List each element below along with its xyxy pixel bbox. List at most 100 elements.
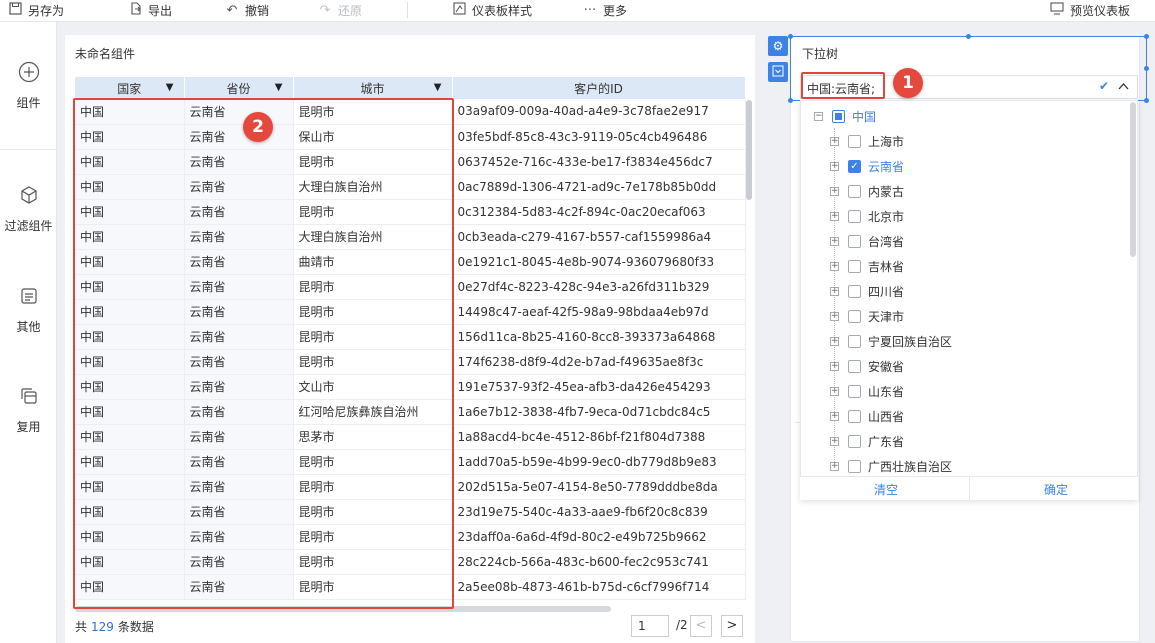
table-vertical-scrollbar[interactable] (746, 100, 752, 200)
resize-handle[interactable] (1144, 66, 1149, 71)
column-header-country[interactable]: 国家 ▼ (75, 77, 185, 99)
checkbox[interactable] (848, 434, 861, 448)
table-row[interactable]: 中国 云南省 昆明市 23d19e75-540c-4a33-aae9-fb6f20c8… (75, 499, 746, 525)
table-row[interactable]: 中国 云南省 昆明市 23daff0a-6a6d-4f9d-80c2-e49b725b… (75, 524, 746, 550)
export-button[interactable]: 导出 (128, 0, 172, 20)
tree-node-province[interactable]: + 宁夏回族自治区 (830, 331, 952, 351)
tree-node-province[interactable]: + 安徽省 (830, 356, 904, 376)
column-header-customer-id[interactable]: 客户的ID (452, 77, 746, 99)
checkbox[interactable] (848, 134, 861, 148)
confirm-button[interactable]: 确定 (1044, 481, 1068, 498)
checkbox[interactable] (848, 384, 861, 398)
nav-item-filter-components[interactable]: 过滤组件 (0, 183, 57, 234)
resize-handle[interactable] (966, 34, 971, 39)
tree-node-province[interactable]: + 台湾省 (830, 231, 904, 251)
table-row[interactable]: 中国 云南省 昆明市 0c312384-5d83-4c2f-894c-0ac20eca… (75, 199, 746, 225)
tree-node-province[interactable]: + 上海市 (830, 131, 904, 151)
expand-icon[interactable]: + (830, 436, 839, 446)
table-row[interactable]: 中国 云南省 昆明市 14498c47-aeaf-42f5-98a9-98bdaa4e… (75, 299, 746, 325)
resize-handle[interactable] (788, 34, 793, 39)
table-row[interactable]: 中国 云南省 保山市 03fe5bdf-85c8-43c3-9119-05c4cb49… (75, 124, 746, 150)
table-row[interactable]: 中国 云南省 昆明市 0e27df4c-8223-428c-94e3-a26fd311… (75, 274, 746, 300)
dropdown-tree-select[interactable]: 中国:云南省; ✔ (800, 75, 1138, 99)
expand-icon[interactable]: + (830, 161, 839, 171)
tree-node-province[interactable]: + 山东省 (830, 381, 904, 401)
checkbox[interactable] (848, 209, 861, 223)
expand-icon[interactable]: + (830, 361, 839, 371)
table-row[interactable]: 中国 云南省 大理白族自治州 0ac7889d-1306-4721-ad9c-7e17… (75, 174, 746, 200)
table-row[interactable]: 中国 云南省 昆明市 202d515a-5e07-4154-8e50-7789dddb… (75, 474, 746, 500)
tree-node-province[interactable]: + 吉林省 (830, 256, 904, 276)
save-as-button[interactable]: 另存为 (8, 0, 64, 20)
expand-icon[interactable]: + (830, 386, 839, 396)
undo-button[interactable]: ↶ 撤销 (225, 0, 269, 20)
resize-handle[interactable] (1144, 98, 1149, 103)
dashboard-style-button[interactable]: 仪表板样式 (452, 0, 532, 20)
expand-icon[interactable]: + (830, 136, 839, 146)
expand-icon[interactable]: + (830, 261, 839, 271)
tree-node-province[interactable]: + 广西壮族自治区 (830, 456, 952, 476)
expand-icon[interactable]: + (830, 336, 839, 346)
tree-node-province[interactable]: + 北京市 (830, 206, 904, 226)
table-row[interactable]: 中国 云南省 昆明市 0637452e-716c-433e-be17-f3834e45… (75, 149, 746, 175)
tree-node-province[interactable]: + ✓ 云南省 (830, 156, 904, 176)
checkbox[interactable] (848, 359, 861, 373)
more-button[interactable]: ··· 更多 (583, 0, 627, 20)
settings-gear-button[interactable]: ⚙ (768, 36, 788, 56)
expand-icon[interactable]: + (830, 461, 839, 471)
table-row[interactable]: 中国 云南省 昆明市 2a5ee08b-4873-461b-b75d-c6cf7996… (75, 574, 746, 600)
checkbox[interactable] (848, 234, 861, 248)
preview-dashboard-button[interactable]: 预览仪表板 (1050, 0, 1130, 20)
expand-icon[interactable]: + (830, 211, 839, 221)
checkbox-checked[interactable]: ✓ (848, 159, 861, 173)
column-header-city[interactable]: 城市 ▼ (293, 77, 453, 99)
checkbox[interactable] (848, 284, 861, 298)
checkbox[interactable] (848, 184, 861, 198)
checkbox-partial[interactable] (832, 109, 845, 123)
chevron-up-icon[interactable] (1118, 80, 1129, 93)
expand-icon[interactable]: + (830, 286, 839, 296)
expand-icon[interactable]: + (830, 411, 839, 421)
sort-dropdown-icon[interactable]: ▼ (275, 82, 283, 93)
checkbox[interactable] (848, 459, 861, 473)
resize-handle[interactable] (1144, 34, 1149, 39)
table-row[interactable]: 中国 云南省 文山市 191e7537-93f2-45ea-afb3-da426e45… (75, 374, 746, 400)
tree-node-province[interactable]: + 山西省 (830, 406, 904, 426)
expand-icon[interactable]: + (830, 236, 839, 246)
expand-icon[interactable]: + (830, 311, 839, 321)
redo-button[interactable]: ↷ 还原 (318, 0, 362, 20)
column-header-province[interactable]: 省份 ▼ (184, 77, 294, 99)
table-row[interactable]: 中国 云南省 昆明市 174f6238-d8f9-4d2e-b7ad-f49635ae… (75, 349, 746, 375)
collapse-icon[interactable]: − (814, 111, 823, 121)
tree-node-province[interactable]: + 内蒙古 (830, 181, 904, 201)
page-number-input[interactable]: 1 (631, 615, 669, 637)
clear-button[interactable]: 清空 (874, 481, 898, 498)
tree-node-province[interactable]: + 广东省 (830, 431, 904, 451)
checkbox[interactable] (848, 309, 861, 323)
sort-dropdown-icon[interactable]: ▼ (166, 82, 174, 93)
table-row[interactable]: 中国 云南省 大理白族自治州 0cb3eada-c279-4167-b557-caf1… (75, 224, 746, 250)
table-row[interactable]: 中国 云南省 昆明市 1add70a5-b59e-4b99-9ec0-db779d8b… (75, 449, 746, 475)
table-row[interactable]: 中国 云南省 思茅市 1a88acd4-bc4e-4512-86bf-f21f804d… (75, 424, 746, 450)
checkbox[interactable] (848, 409, 861, 423)
nav-item-components[interactable]: 组件 (0, 60, 57, 111)
checkbox[interactable] (848, 259, 861, 273)
collapse-button[interactable] (768, 62, 788, 82)
table-row[interactable]: 中国 云南省 曲靖市 0e1921c1-8045-4e8b-9074-93607968… (75, 249, 746, 275)
dropdown-scrollbar[interactable] (1130, 102, 1136, 257)
next-page-button[interactable]: > (721, 615, 743, 637)
checkbox[interactable] (848, 334, 861, 348)
tree-node-province[interactable]: + 天津市 (830, 306, 904, 326)
tree-node-root[interactable]: − 中国 (814, 106, 876, 126)
table-row[interactable]: 中国 云南省 昆明市 28c224cb-566a-483c-b600-fec2c953… (75, 549, 746, 575)
table-row[interactable]: 中国 云南省 红河哈尼族彝族自治州 1a6e7b12-3838-4fb7-9eca-0… (75, 399, 746, 425)
table-row[interactable]: 中国 云南省 昆明市 156d11ca-8b25-4160-8cc8-393373a6… (75, 324, 746, 350)
sort-dropdown-icon[interactable]: ▼ (434, 82, 442, 93)
tree-node-province[interactable]: + 四川省 (830, 281, 904, 301)
prev-page-button[interactable]: < (690, 615, 712, 637)
table-horizontal-scrollbar[interactable] (75, 606, 611, 612)
resize-handle[interactable] (788, 98, 793, 103)
table-row[interactable]: 中国 云南省 昆明市 03a9af09-009a-40ad-a4e9-3c78fae2… (75, 99, 746, 125)
nav-item-other[interactable]: 其他 (0, 284, 57, 335)
nav-item-reuse[interactable]: 复用 (0, 384, 57, 435)
